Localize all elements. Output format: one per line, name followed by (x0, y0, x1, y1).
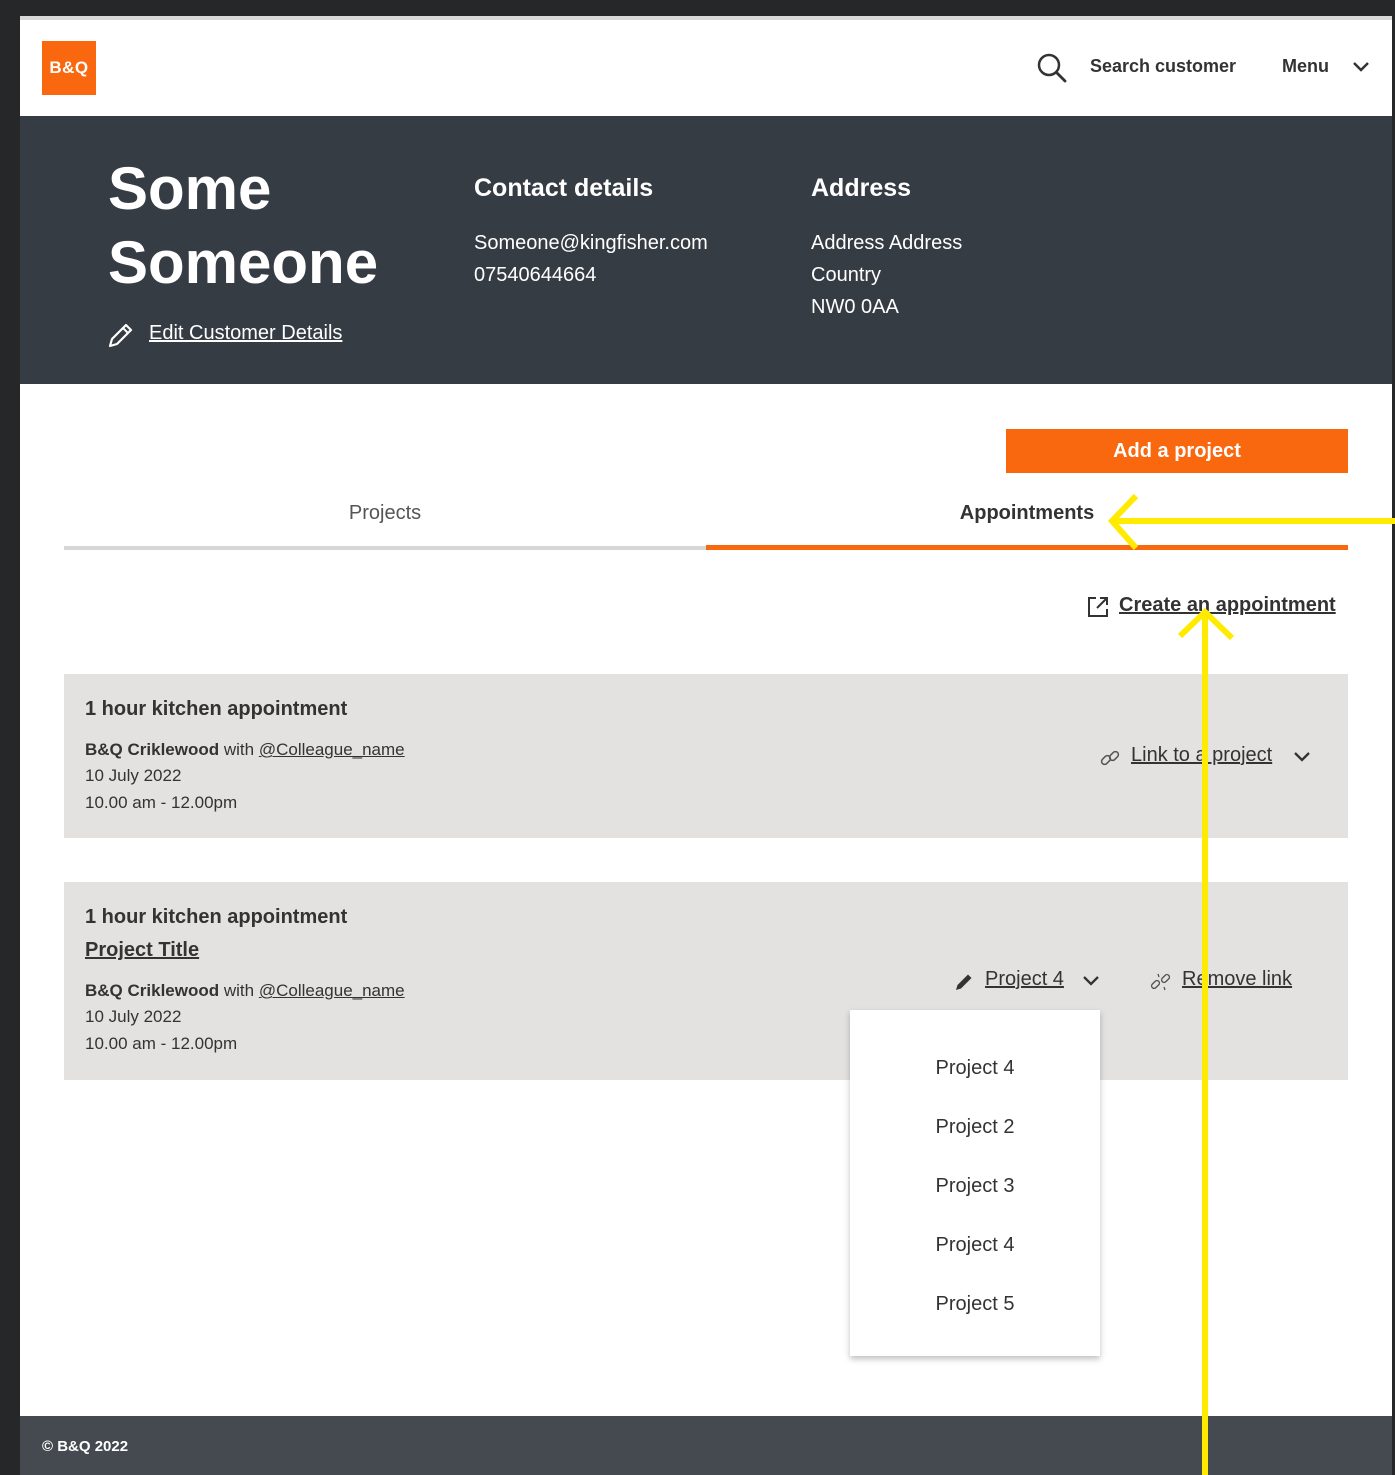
search-icon[interactable] (1036, 52, 1068, 84)
add-project-button[interactable]: Add a project (1006, 429, 1348, 473)
customer-header: Some Someone Edit Customer Details Conta… (20, 116, 1392, 384)
colleague-link[interactable]: @Colleague_name (259, 981, 405, 1000)
colleague-link[interactable]: @Colleague_name (259, 740, 405, 759)
appointment-store-line: B&Q Criklewood with @Colleague_name (85, 981, 405, 1001)
tab-appointments-active-indicator (706, 545, 1348, 550)
app-window: B&Q Search customer Menu Some Someone Ed… (20, 16, 1392, 1475)
appointment-time: 10.00 am - 12.00pm (85, 1034, 238, 1053)
store-name: B&Q Criklewood (85, 981, 220, 1000)
external-link-icon[interactable] (1086, 595, 1110, 619)
dropdown-option-project[interactable]: Project 3 (850, 1175, 1100, 1198)
dropdown-option-project[interactable]: Project 5 (850, 1293, 1100, 1316)
appointment-title: 1 hour kitchen appointment (85, 906, 348, 928)
appointment-date: 10 July 2022 (85, 766, 182, 785)
menu-button[interactable]: Menu (1282, 56, 1329, 77)
tab-appointments[interactable]: Appointments (706, 502, 1348, 550)
appointment-date: 10 July 2022 (85, 1007, 182, 1026)
appointment-store-line: B&Q Criklewood with @Colleague_name (85, 740, 405, 760)
dropdown-option-project[interactable]: Project 2 (850, 1116, 1100, 1139)
edit-customer-details-link[interactable]: Edit Customer Details (149, 322, 342, 345)
chevron-down-icon[interactable] (1293, 750, 1311, 764)
store-name: B&Q Criklewood (85, 740, 220, 759)
linked-project-select[interactable]: Project 4 (985, 968, 1064, 991)
pencil-icon (956, 974, 972, 990)
customer-email: Someone@kingfisher.com (474, 232, 708, 254)
chevron-down-icon[interactable] (1082, 974, 1100, 988)
bq-logo[interactable]: B&Q (42, 41, 96, 95)
customer-phone: 07540644664 (474, 264, 597, 286)
pencil-icon (108, 323, 133, 348)
address-heading: Address (811, 174, 912, 202)
address-postcode: NW0 0AA (811, 296, 899, 318)
appointment-card: 1 hour kitchen appointment B&Q Criklewoo… (64, 674, 1348, 838)
dropdown-option-project[interactable]: Project 4 (850, 1057, 1100, 1080)
address-line-1: Address Address (811, 232, 963, 254)
customer-name: Some Someone (108, 152, 438, 300)
appointment-title: 1 hour kitchen appointment (85, 698, 348, 720)
search-customer-link[interactable]: Search customer (1090, 56, 1236, 77)
contact-details-heading: Contact details (474, 174, 654, 202)
create-appointment-link[interactable]: Create an appointment (1119, 594, 1336, 617)
address-line-2: Country (811, 264, 882, 286)
dropdown-option-project[interactable]: Project 4 (850, 1234, 1100, 1257)
appointment-time: 10.00 am - 12.00pm (85, 793, 238, 812)
copyright-text: © B&Q 2022 (42, 1438, 129, 1455)
appointment-card: 1 hour kitchen appointment Project Title… (64, 882, 1348, 1080)
remove-link-button[interactable]: Remove link (1182, 968, 1292, 991)
chevron-down-icon[interactable] (1352, 60, 1370, 74)
customer-first-name: Some (108, 155, 272, 222)
link-icon (1100, 750, 1120, 766)
footer: © B&Q 2022 (20, 1416, 1392, 1475)
unlink-icon (1150, 973, 1171, 991)
with-text: with (223, 981, 255, 1000)
link-to-project-dropdown[interactable]: Link to a project (1131, 744, 1272, 767)
customer-last-name: Someone (108, 229, 379, 296)
project-title-link[interactable]: Project Title (85, 939, 199, 962)
with-text: with (223, 740, 255, 759)
tab-projects[interactable]: Projects (64, 502, 706, 550)
tab-projects-underline (64, 546, 706, 550)
project-dropdown-menu: Project 4 Project 2 Project 3 Project 4 … (850, 1010, 1100, 1356)
